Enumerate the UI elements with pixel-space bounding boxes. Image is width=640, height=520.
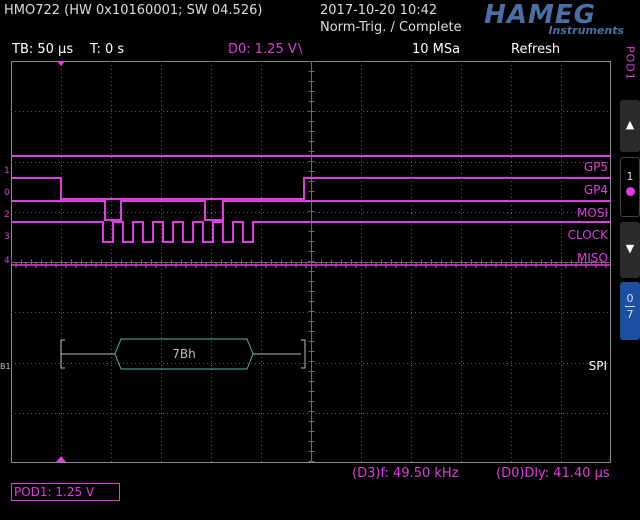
trigger-level-readout[interactable]: D0: 1.25 V bbox=[228, 42, 297, 57]
channel-name-mosi[interactable]: MOSI bbox=[540, 206, 608, 220]
channel-name-gp5[interactable]: GP5 bbox=[540, 160, 608, 174]
info-bar: TB: 50 µs T: 0 s D0: 1.25 V \ 10 MSa Ref… bbox=[0, 40, 612, 58]
selected-channel-number: 1 bbox=[626, 170, 634, 183]
trigger-status: Norm-Trig. / Complete bbox=[320, 20, 462, 35]
bus-name-label: SPI bbox=[589, 359, 607, 373]
channel-name-clock[interactable]: CLOCK bbox=[540, 228, 608, 242]
scroll-up-button[interactable]: ▲ bbox=[620, 100, 640, 152]
logo-subtitle: Instruments bbox=[548, 24, 624, 37]
acquisition-mode[interactable]: Refresh bbox=[511, 42, 560, 57]
channel-number: 4 bbox=[4, 256, 10, 266]
channel-number: 2 bbox=[4, 210, 10, 220]
waveform-display[interactable]: 7Bh SPI bbox=[11, 61, 611, 463]
channel-range-indicator[interactable]: 0 7 bbox=[620, 282, 640, 340]
triangle-up-icon: ▲ bbox=[625, 118, 635, 131]
timebase-readout[interactable]: TB: 50 µs bbox=[12, 42, 73, 57]
range-bottom: 7 bbox=[626, 308, 634, 321]
channel-number: 3 bbox=[4, 232, 10, 242]
bus-marker: B1 bbox=[0, 362, 11, 371]
channel-name-miso[interactable]: MISO bbox=[540, 251, 608, 265]
channel-dot-icon bbox=[625, 187, 635, 196]
pod-label: POD1 bbox=[620, 42, 640, 98]
channel-select-button[interactable]: 1 bbox=[620, 157, 640, 217]
range-top: 0 bbox=[626, 292, 634, 305]
channel-number: 1 bbox=[4, 166, 10, 176]
channel-name-gp4[interactable]: GP4 bbox=[540, 183, 608, 197]
sample-rate-readout: 10 MSa bbox=[412, 42, 461, 57]
falling-edge-icon: \ bbox=[298, 42, 303, 57]
frequency-measurement: (D3)f: 49.50 kHz bbox=[352, 466, 459, 481]
spi-decoded-value: 7Bh bbox=[172, 347, 195, 361]
datetime-readout: 2017-10-20 10:42 bbox=[320, 3, 438, 18]
trigger-time-readout[interactable]: T: 0 s bbox=[90, 42, 124, 57]
delay-measurement: (D0)Dly: 41.40 µs bbox=[496, 466, 610, 481]
instrument-model: HMO722 (HW 0x10160001; SW 04.526) bbox=[4, 3, 263, 18]
hameg-logo: HAMEG Instruments bbox=[452, 0, 628, 37]
channel-number: 0 bbox=[4, 188, 10, 198]
pod-threshold-button[interactable]: POD1: 1.25 V bbox=[11, 483, 120, 501]
triangle-down-icon: ▼ bbox=[625, 242, 635, 255]
scroll-down-button[interactable]: ▼ bbox=[620, 222, 640, 278]
